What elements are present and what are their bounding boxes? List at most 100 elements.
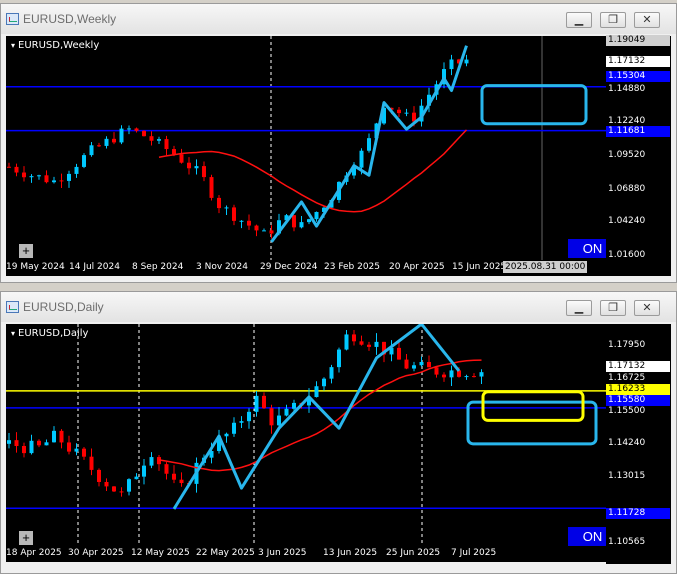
weekly-top-price-tag: 1.19049 — [606, 35, 670, 46]
candle-body — [322, 378, 326, 387]
candle-body — [359, 150, 364, 168]
candle-body — [217, 197, 221, 209]
candle-body — [209, 177, 214, 198]
restore-button[interactable]: ❐ — [600, 300, 626, 316]
candle-body — [172, 473, 176, 480]
candle-body — [44, 175, 49, 183]
daily-time-label: 25 Jun 2025 — [386, 548, 441, 558]
weekly-chart-window[interactable]: EURUSD,Weekly ▁ ❐ ✕ EURUSD,Weekly + ON 1… — [0, 3, 677, 283]
minimize-button[interactable]: ▁ — [566, 12, 592, 28]
candle-body — [52, 180, 56, 183]
weekly-line1-price-tag: 1.15304 — [606, 71, 670, 82]
candle-body — [22, 446, 26, 454]
candle-body — [262, 230, 266, 232]
candle-body — [134, 476, 139, 480]
daily-blue-price-tag: 1.15580 — [606, 395, 670, 406]
candle-body — [269, 408, 274, 426]
chart-window-icon — [6, 301, 19, 313]
candle-body — [292, 215, 296, 228]
candle-body — [344, 334, 349, 350]
candle-body — [404, 359, 409, 369]
candle-body — [277, 415, 281, 426]
daily-chart-window[interactable]: EURUSD,Daily ▁ ❐ ✕ EURUSD,Daily + ON 1.1… — [0, 291, 677, 574]
candle-body — [262, 395, 266, 409]
daily-time-label: 12 May 2025 — [131, 548, 190, 558]
daily-time-label: 3 Jun 2025 — [258, 548, 307, 558]
candle-body — [337, 349, 341, 368]
candle-body — [14, 440, 19, 447]
candle-body — [442, 374, 446, 378]
daily-time-label: 22 May 2025 — [196, 548, 255, 558]
candle-body — [284, 408, 289, 416]
minimize-button[interactable]: ▁ — [566, 300, 592, 316]
minimize-icon: ▁ — [574, 14, 584, 26]
candle-body — [307, 219, 311, 223]
chart-window-icon — [6, 13, 19, 25]
candle-body — [224, 207, 229, 209]
candle-body — [449, 59, 454, 70]
restore-icon: ❐ — [608, 14, 618, 26]
candle-body — [299, 222, 304, 228]
candle-body — [112, 138, 116, 143]
daily-price-label: 1.10565 — [608, 537, 646, 547]
daily-time-label: 18 Apr 2025 — [6, 548, 62, 558]
candle-body — [67, 442, 71, 452]
restore-button[interactable]: ❐ — [600, 12, 626, 28]
candle-body — [314, 386, 319, 398]
candle-body — [59, 430, 64, 443]
candle-body — [232, 207, 236, 221]
candle-body — [367, 344, 371, 347]
weekly-titlebar[interactable]: EURUSD,Weekly ▁ ❐ ✕ — [1, 4, 676, 34]
daily-plot-area[interactable]: EURUSD,Daily + ON — [6, 324, 617, 548]
weekly-time-label: 19 May 2024 — [6, 262, 65, 272]
candle-body — [359, 341, 364, 345]
daily-chart-label: EURUSD,Daily — [11, 328, 88, 339]
daily-titlebar[interactable]: EURUSD,Daily ▁ ❐ ✕ — [1, 292, 676, 322]
candle-body — [464, 376, 469, 378]
weekly-price-label: 1.06880 — [608, 184, 646, 194]
candle-body — [464, 59, 469, 64]
weekly-time-label: 8 Sep 2024 — [132, 262, 184, 272]
weekly-plot-area[interactable]: EURUSD,Weekly + ON — [6, 36, 617, 260]
daily-yellow-price-tag: 1.16233 — [606, 384, 670, 395]
weekly-candles — [6, 36, 606, 260]
daily-low-price-tag: 1.11728 — [606, 508, 670, 519]
candle-body — [52, 430, 56, 443]
restore-icon: ❐ — [608, 302, 618, 314]
candle-body — [269, 230, 274, 234]
candle-body — [104, 138, 109, 146]
candle-body — [254, 395, 259, 412]
candle-body — [314, 211, 319, 220]
daily-price-label: 1.16725 — [608, 373, 646, 383]
candle-body — [82, 155, 86, 167]
candle-body — [127, 128, 131, 130]
candle-body — [247, 411, 251, 422]
candle-body — [74, 448, 79, 452]
candle-body — [104, 481, 109, 487]
weekly-price-label: 1.01600 — [608, 250, 646, 260]
candle-body — [29, 440, 34, 454]
candle-body — [149, 457, 154, 466]
weekly-line2-price-tag: 1.11681 — [606, 126, 670, 137]
daily-time-label: 13 Jun 2025 — [323, 548, 378, 558]
weekly-time-label: 3 Nov 2024 — [196, 262, 248, 272]
minimize-icon: ▁ — [574, 302, 584, 314]
weekly-price-label: 1.09520 — [608, 150, 646, 160]
candle-body — [427, 361, 431, 368]
candle-body — [29, 176, 34, 178]
weekly-price-label: 1.14880 — [608, 84, 646, 94]
candle-body — [134, 128, 139, 131]
weekly-chart-label: EURUSD,Weekly — [11, 40, 99, 51]
close-button[interactable]: ✕ — [634, 12, 660, 28]
daily-expand-button[interactable]: + — [19, 531, 33, 545]
candle-body — [119, 491, 124, 493]
close-button[interactable]: ✕ — [634, 300, 660, 316]
candle-body — [37, 440, 41, 446]
candle-body — [97, 145, 101, 147]
zigzag-line — [172, 324, 461, 510]
weekly-expand-button[interactable]: + — [19, 244, 33, 258]
candle-body — [89, 145, 94, 156]
weekly-bid-price-tag: 1.17132 — [606, 56, 670, 67]
candle-body — [254, 225, 259, 231]
daily-bid-price-tag: 1.17132 — [606, 361, 670, 372]
